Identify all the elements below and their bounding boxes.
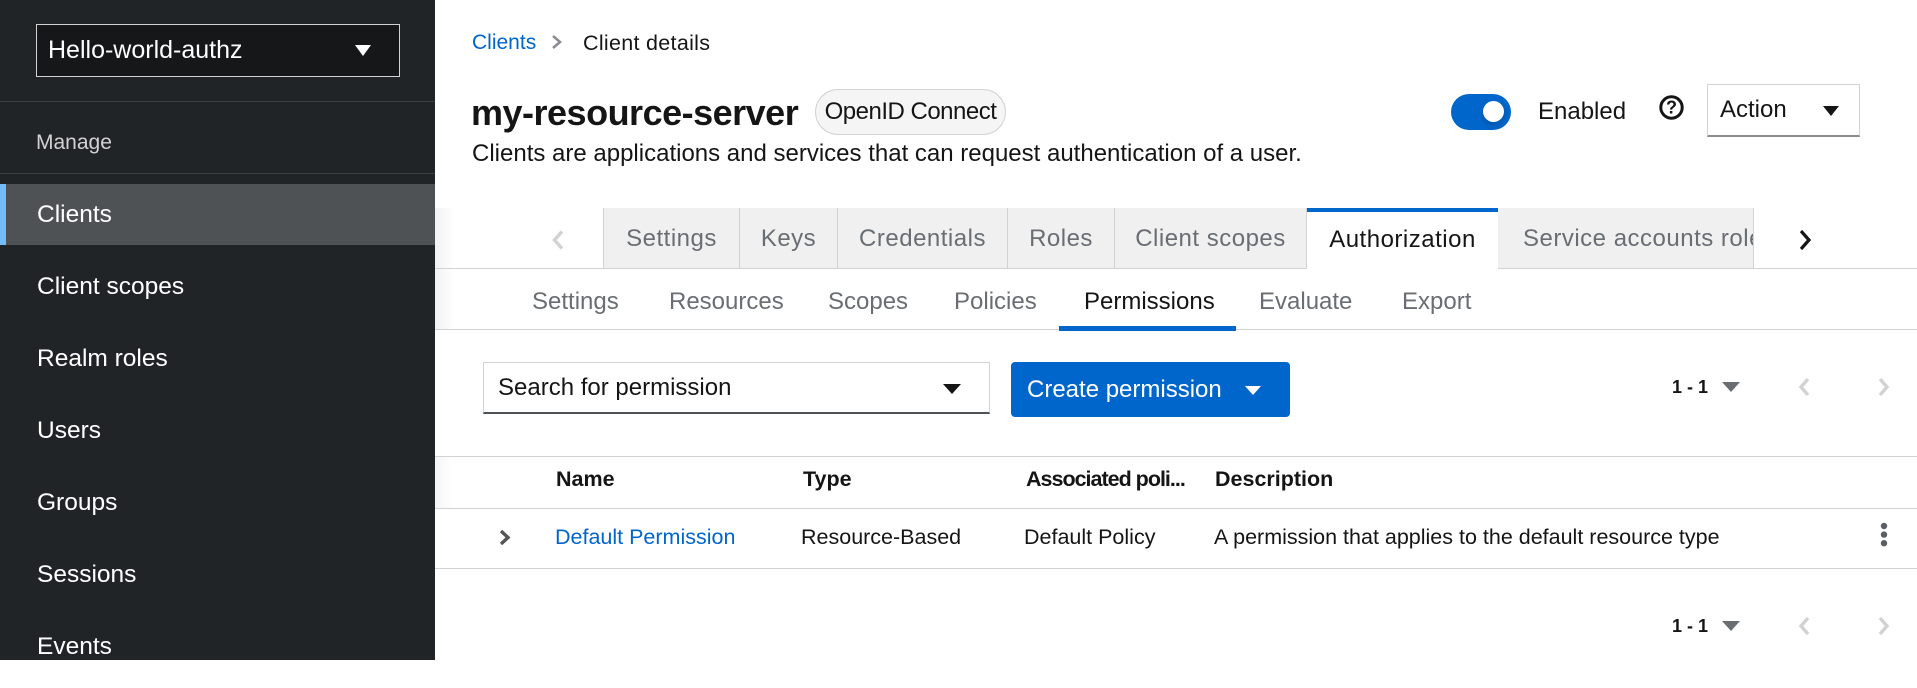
svg-text:?: ? xyxy=(1666,98,1677,118)
